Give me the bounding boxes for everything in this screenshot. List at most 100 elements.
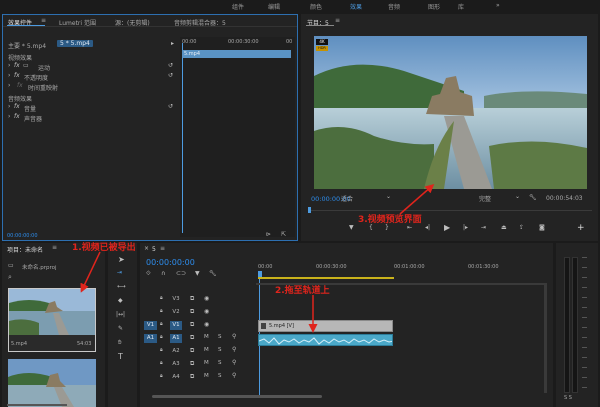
hand-tool-icon[interactable]: ✋︎ (118, 339, 121, 347)
playhead-marker[interactable] (308, 207, 311, 213)
wrench-icon[interactable]: 🔧︎ (529, 194, 537, 201)
nav-item[interactable]: 库 (458, 2, 464, 11)
nav-item[interactable]: 音频 (388, 2, 400, 11)
add-marker-icon[interactable]: ▼ (195, 270, 200, 277)
ec-filter-icon[interactable]: ⊳ (266, 231, 271, 238)
effect-item-time-remap[interactable]: › fx 时间重映射 (8, 82, 176, 92)
sync-lock-icon[interactable]: ⧉ (190, 295, 194, 303)
source-patch[interactable]: V1 (144, 321, 157, 330)
mute-button[interactable]: M (204, 360, 209, 366)
pen-tool-icon[interactable]: ✎ (118, 325, 123, 332)
lock-icon[interactable]: 🔒︎ (160, 334, 163, 340)
fit-dropdown[interactable]: 适合 ⌄ (341, 193, 395, 203)
timeline-vscroll[interactable] (544, 283, 547, 393)
add-marker-icon[interactable]: ▼ (349, 224, 354, 231)
tab-audio-clip-mixer[interactable]: 音频剪辑混合器：5 (174, 18, 226, 27)
sync-lock-icon[interactable]: ⧉ (190, 308, 194, 316)
reset-icon[interactable]: ↺ (168, 62, 173, 69)
sync-lock-icon[interactable]: ⧉ (190, 347, 194, 355)
razor-tool-icon[interactable]: ◆ (118, 297, 123, 304)
sync-lock-icon[interactable]: ⧉ (190, 360, 194, 368)
quality-dropdown[interactable]: 完整 ⌄ (479, 193, 523, 203)
effect-item-opacity[interactable]: › fx 不透明度 ↺ (8, 72, 176, 82)
lock-icon[interactable]: 🔒︎ (160, 308, 163, 314)
close-icon[interactable]: × (144, 245, 149, 252)
linked-selection-icon[interactable]: ⊂⊃ (176, 270, 186, 277)
nav-item[interactable]: 效果 (350, 2, 362, 11)
track-label[interactable]: A4 (170, 373, 182, 382)
go-to-out-icon[interactable]: ⇥ (481, 224, 486, 231)
program-menu-icon[interactable]: ≡ (335, 17, 340, 24)
solo-button[interactable]: S (218, 347, 222, 353)
nav-item[interactable]: 图形 (428, 2, 440, 11)
add-button[interactable]: + (577, 223, 585, 233)
master-clip-label[interactable]: 主要 * 5.mp4 (8, 41, 46, 50)
microphone-icon[interactable]: ⚲ (232, 333, 236, 340)
nest-icon[interactable]: ⟐ (146, 270, 151, 278)
track-label[interactable]: V1 (170, 321, 182, 330)
track-label[interactable]: A3 (170, 360, 182, 369)
lock-icon[interactable]: 🔒︎ (160, 373, 163, 379)
program-scrub-bar[interactable] (308, 207, 592, 213)
project-zoom-slider[interactable] (7, 404, 67, 406)
camera-icon[interactable]: ◙ (539, 224, 545, 231)
microphone-icon[interactable]: ⚲ (232, 372, 236, 379)
microphone-icon[interactable]: ⚲ (232, 359, 236, 366)
mark-out-icon[interactable]: } (385, 224, 389, 231)
chevron-right-icon[interactable]: › (8, 72, 10, 79)
settings-wrench-icon[interactable]: 🔧︎ (209, 270, 217, 277)
audio-clip[interactable] (258, 334, 393, 346)
project-clip-item[interactable]: 5.mp4 54:03 (8, 288, 96, 352)
track-label[interactable]: A1 (170, 334, 182, 343)
ec-footer-timecode[interactable]: 00:00:00:00 (7, 233, 38, 239)
video-track-header[interactable]: 🔒︎ V3 ⧉ ◉ (144, 294, 256, 306)
tab-menu-icon[interactable]: ≡ (41, 17, 46, 24)
tab-lumetri-scopes[interactable]: Lumetri 范围 (59, 18, 96, 27)
nav-item[interactable]: 编辑 (268, 2, 280, 11)
chevron-right-icon[interactable]: › (8, 82, 10, 89)
effect-item-panner[interactable]: › fx 声音器 (8, 113, 176, 123)
source-patch[interactable]: A1 (144, 334, 157, 343)
step-forward-icon[interactable]: |▸ (463, 224, 468, 231)
mute-button[interactable]: M (204, 347, 209, 353)
microphone-icon[interactable]: ⚲ (232, 346, 236, 353)
selection-tool-icon[interactable]: ➤ (118, 255, 125, 264)
chevron-right-icon[interactable]: › (8, 113, 10, 120)
nav-item[interactable]: 组件 (232, 2, 244, 11)
track-label[interactable]: V2 (170, 308, 182, 317)
extract-icon[interactable]: ⇪ (519, 224, 524, 231)
video-clip[interactable]: 5.mp4 [V] (258, 320, 393, 332)
audio-track-header[interactable]: A1 🔒︎ A1 ⧉ M S ⚲ (144, 333, 256, 345)
chevron-right-icon[interactable]: › (8, 62, 10, 69)
track-label[interactable]: V3 (170, 295, 182, 304)
timeline-hscroll[interactable] (152, 395, 322, 398)
snap-icon[interactable]: ∩ (161, 270, 165, 277)
nav-item[interactable]: 颜色 (310, 2, 322, 11)
eye-icon[interactable]: ◉ (204, 308, 209, 315)
reset-icon[interactable]: ↺ (168, 103, 173, 110)
mute-button[interactable]: M (204, 334, 209, 340)
reset-icon[interactable]: ↺ (168, 72, 173, 79)
track-label[interactable]: A2 (170, 347, 182, 356)
project-search[interactable]: ⌕ (6, 273, 98, 282)
lock-icon[interactable]: 🔒︎ (160, 360, 163, 366)
lock-icon[interactable]: 🔒︎ (160, 347, 163, 353)
mute-button[interactable]: M (204, 373, 209, 379)
eye-icon[interactable]: ◉ (204, 295, 209, 302)
slip-tool-icon[interactable]: |↔| (116, 311, 125, 318)
ec-export-icon[interactable]: ⇱ (281, 231, 286, 238)
effect-item-motion[interactable]: › fx ▭ 运动 ↺ (8, 62, 176, 72)
eye-icon[interactable]: ◉ (204, 321, 209, 328)
track-select-tool-icon[interactable]: ⇥ (117, 269, 122, 276)
video-preview[interactable]: 4K HDR (314, 36, 587, 189)
go-to-in-icon[interactable]: ⇤ (407, 224, 412, 231)
ripple-edit-tool-icon[interactable]: ⟷ (117, 283, 126, 290)
solo-button[interactable]: S (218, 360, 222, 366)
type-tool-icon[interactable]: T (118, 352, 123, 361)
video-track-header[interactable]: 🔒︎ V2 ⧉ ◉ (144, 307, 256, 319)
nav-more-icon[interactable]: » (496, 2, 500, 9)
mark-in-icon[interactable]: { (369, 224, 373, 231)
lift-icon[interactable]: ⏏ (501, 224, 507, 231)
audio-track-header[interactable]: 🔒︎ A4 ⧉ M S ⚲ (144, 372, 256, 384)
sync-lock-icon[interactable]: ⧉ (190, 334, 194, 342)
